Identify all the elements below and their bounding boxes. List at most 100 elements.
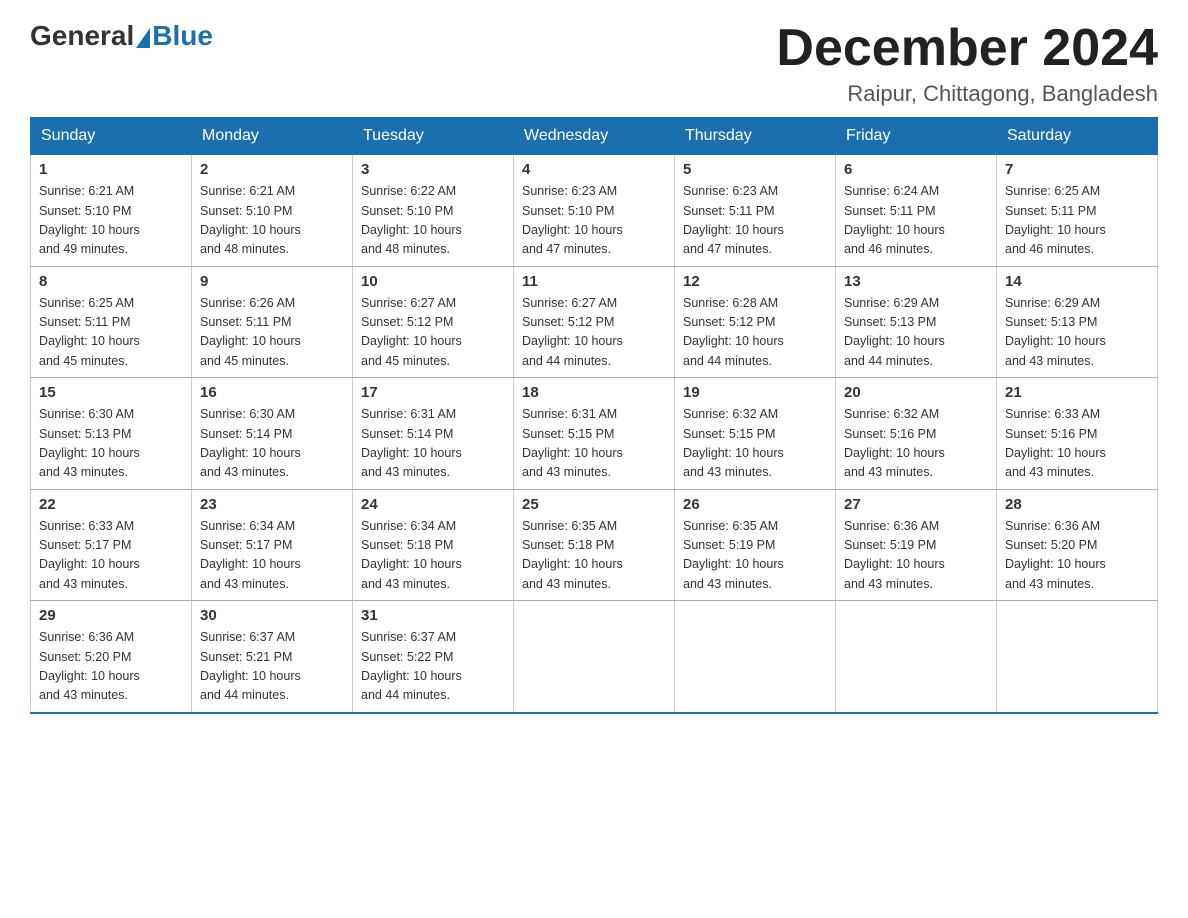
day-number: 27 (844, 496, 988, 513)
page-header: General Blue December 2024 Raipur, Chitt… (30, 20, 1158, 107)
day-number: 9 (200, 273, 344, 290)
day-info: Sunrise: 6:29 AMSunset: 5:13 PMDaylight:… (844, 294, 988, 372)
day-number: 5 (683, 161, 827, 178)
day-number: 31 (361, 607, 505, 624)
day-number: 21 (1005, 384, 1149, 401)
day-info: Sunrise: 6:36 AMSunset: 5:20 PMDaylight:… (1005, 517, 1149, 595)
calendar-day-cell: 18 Sunrise: 6:31 AMSunset: 5:15 PMDayligh… (514, 378, 675, 490)
day-number: 25 (522, 496, 666, 513)
day-number: 10 (361, 273, 505, 290)
day-info: Sunrise: 6:21 AMSunset: 5:10 PMDaylight:… (200, 182, 344, 260)
calendar-day-cell: 16 Sunrise: 6:30 AMSunset: 5:14 PMDayligh… (192, 378, 353, 490)
day-number: 17 (361, 384, 505, 401)
calendar-day-cell: 7Sunrise: 6:25 AMSunset: 5:11 PMDaylight… (997, 154, 1158, 266)
calendar-day-cell: 8 Sunrise: 6:25 AMSunset: 5:11 PMDaylight… (31, 266, 192, 378)
calendar-day-cell: 21Sunrise: 6:33 AMSunset: 5:16 PMDayligh… (997, 378, 1158, 490)
day-info: Sunrise: 6:31 AMSunset: 5:15 PMDaylight:… (522, 405, 666, 483)
calendar-day-cell: 3 Sunrise: 6:22 AMSunset: 5:10 PMDaylight… (353, 154, 514, 266)
calendar-day-cell: 29 Sunrise: 6:36 AMSunset: 5:20 PMDayligh… (31, 601, 192, 713)
day-info: Sunrise: 6:37 AMSunset: 5:21 PMDaylight:… (200, 628, 344, 706)
day-of-week-header-friday: Friday (836, 118, 997, 154)
calendar-week-row: 22 Sunrise: 6:33 AMSunset: 5:17 PMDayligh… (31, 489, 1158, 601)
calendar-day-cell: 13 Sunrise: 6:29 AMSunset: 5:13 PMDayligh… (836, 266, 997, 378)
day-number: 18 (522, 384, 666, 401)
calendar-day-cell: 14 Sunrise: 6:29 AMSunset: 5:13 PMDayligh… (997, 266, 1158, 378)
day-info: Sunrise: 6:34 AMSunset: 5:18 PMDaylight:… (361, 517, 505, 595)
day-info: Sunrise: 6:22 AMSunset: 5:10 PMDaylight:… (361, 182, 505, 260)
day-info: Sunrise: 6:32 AMSunset: 5:15 PMDaylight:… (683, 405, 827, 483)
calendar-day-cell: 26 Sunrise: 6:35 AMSunset: 5:19 PMDayligh… (675, 489, 836, 601)
calendar-day-cell: 11Sunrise: 6:27 AMSunset: 5:12 PMDayligh… (514, 266, 675, 378)
calendar-day-cell: 23Sunrise: 6:34 AMSunset: 5:17 PMDayligh… (192, 489, 353, 601)
day-info: Sunrise: 6:29 AMSunset: 5:13 PMDaylight:… (1005, 294, 1149, 372)
day-number: 8 (39, 273, 183, 290)
calendar-day-cell (997, 601, 1158, 713)
day-of-week-header-thursday: Thursday (675, 118, 836, 154)
calendar-day-cell: 9 Sunrise: 6:26 AMSunset: 5:11 PMDaylight… (192, 266, 353, 378)
day-of-week-header-saturday: Saturday (997, 118, 1158, 154)
location-subtitle: Raipur, Chittagong, Bangladesh (776, 81, 1158, 107)
day-info: Sunrise: 6:25 AMSunset: 5:11 PMDaylight:… (39, 294, 183, 372)
calendar-day-cell: 22 Sunrise: 6:33 AMSunset: 5:17 PMDayligh… (31, 489, 192, 601)
day-number: 26 (683, 496, 827, 513)
calendar-day-cell: 20Sunrise: 6:32 AMSunset: 5:16 PMDayligh… (836, 378, 997, 490)
calendar-day-cell: 15 Sunrise: 6:30 AMSunset: 5:13 PMDayligh… (31, 378, 192, 490)
calendar-day-cell: 19 Sunrise: 6:32 AMSunset: 5:15 PMDayligh… (675, 378, 836, 490)
day-info: Sunrise: 6:30 AMSunset: 5:14 PMDaylight:… (200, 405, 344, 483)
day-number: 19 (683, 384, 827, 401)
day-info: Sunrise: 6:33 AMSunset: 5:17 PMDaylight:… (39, 517, 183, 595)
logo: General Blue (30, 20, 213, 52)
calendar-day-cell: 10 Sunrise: 6:27 AMSunset: 5:12 PMDayligh… (353, 266, 514, 378)
calendar-day-cell: 31 Sunrise: 6:37 AMSunset: 5:22 PMDayligh… (353, 601, 514, 713)
calendar-day-cell: 12Sunrise: 6:28 AMSunset: 5:12 PMDayligh… (675, 266, 836, 378)
day-number: 2 (200, 161, 344, 178)
calendar-week-row: 29 Sunrise: 6:36 AMSunset: 5:20 PMDayligh… (31, 601, 1158, 713)
month-title: December 2024 (776, 20, 1158, 77)
calendar-table: SundayMondayTuesdayWednesdayThursdayFrid… (30, 117, 1158, 714)
logo-triangle-icon (136, 28, 150, 48)
day-info: Sunrise: 6:30 AMSunset: 5:13 PMDaylight:… (39, 405, 183, 483)
day-info: Sunrise: 6:35 AMSunset: 5:18 PMDaylight:… (522, 517, 666, 595)
day-number: 16 (200, 384, 344, 401)
calendar-week-row: 8 Sunrise: 6:25 AMSunset: 5:11 PMDaylight… (31, 266, 1158, 378)
day-info: Sunrise: 6:35 AMSunset: 5:19 PMDaylight:… (683, 517, 827, 595)
calendar-day-cell (675, 601, 836, 713)
day-number: 23 (200, 496, 344, 513)
calendar-week-row: 15 Sunrise: 6:30 AMSunset: 5:13 PMDayligh… (31, 378, 1158, 490)
day-of-week-header-monday: Monday (192, 118, 353, 154)
day-info: Sunrise: 6:26 AMSunset: 5:11 PMDaylight:… (200, 294, 344, 372)
day-number: 20 (844, 384, 988, 401)
day-number: 12 (683, 273, 827, 290)
day-number: 30 (200, 607, 344, 624)
day-of-week-header-tuesday: Tuesday (353, 118, 514, 154)
day-number: 11 (522, 273, 666, 290)
title-block: December 2024 Raipur, Chittagong, Bangla… (776, 20, 1158, 107)
calendar-day-cell: 28 Sunrise: 6:36 AMSunset: 5:20 PMDayligh… (997, 489, 1158, 601)
day-number: 13 (844, 273, 988, 290)
logo-general-text: General (30, 20, 134, 52)
day-number: 28 (1005, 496, 1149, 513)
day-info: Sunrise: 6:21 AMSunset: 5:10 PMDaylight:… (39, 182, 183, 260)
calendar-day-cell (836, 601, 997, 713)
day-info: Sunrise: 6:36 AMSunset: 5:19 PMDaylight:… (844, 517, 988, 595)
day-info: Sunrise: 6:24 AMSunset: 5:11 PMDaylight:… (844, 182, 988, 260)
calendar-day-cell: 4Sunrise: 6:23 AMSunset: 5:10 PMDaylight… (514, 154, 675, 266)
calendar-day-cell: 5 Sunrise: 6:23 AMSunset: 5:11 PMDaylight… (675, 154, 836, 266)
day-number: 15 (39, 384, 183, 401)
calendar-day-cell: 25 Sunrise: 6:35 AMSunset: 5:18 PMDayligh… (514, 489, 675, 601)
day-number: 14 (1005, 273, 1149, 290)
day-number: 22 (39, 496, 183, 513)
calendar-header-row: SundayMondayTuesdayWednesdayThursdayFrid… (31, 118, 1158, 154)
calendar-day-cell: 2 Sunrise: 6:21 AMSunset: 5:10 PMDaylight… (192, 154, 353, 266)
day-number: 4 (522, 161, 666, 178)
day-info: Sunrise: 6:31 AMSunset: 5:14 PMDaylight:… (361, 405, 505, 483)
day-info: Sunrise: 6:23 AMSunset: 5:11 PMDaylight:… (683, 182, 827, 260)
day-info: Sunrise: 6:37 AMSunset: 5:22 PMDaylight:… (361, 628, 505, 706)
calendar-day-cell: 30 Sunrise: 6:37 AMSunset: 5:21 PMDayligh… (192, 601, 353, 713)
calendar-week-row: 1Sunrise: 6:21 AMSunset: 5:10 PMDaylight… (31, 154, 1158, 266)
day-info: Sunrise: 6:25 AMSunset: 5:11 PMDaylight:… (1005, 182, 1149, 260)
day-number: 3 (361, 161, 505, 178)
day-number: 29 (39, 607, 183, 624)
day-info: Sunrise: 6:36 AMSunset: 5:20 PMDaylight:… (39, 628, 183, 706)
day-info: Sunrise: 6:27 AMSunset: 5:12 PMDaylight:… (361, 294, 505, 372)
